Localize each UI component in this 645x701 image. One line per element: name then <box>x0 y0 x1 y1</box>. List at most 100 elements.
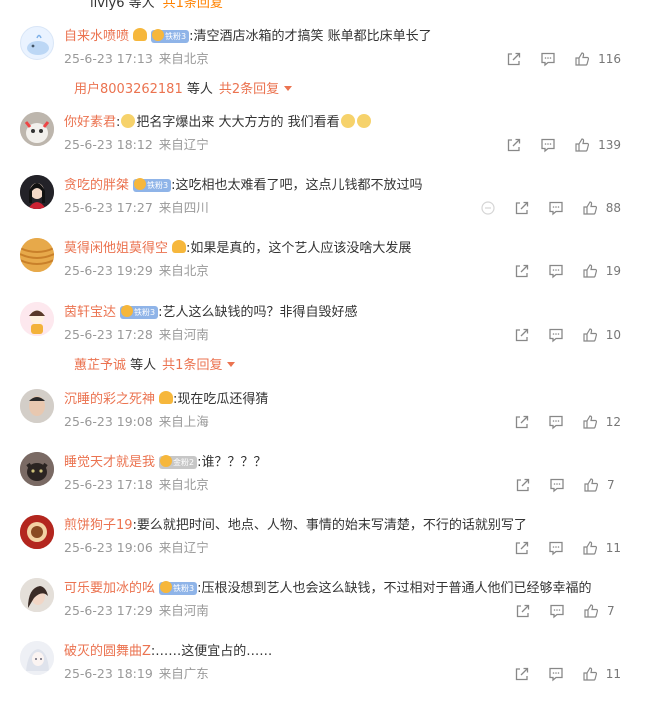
like-count: 7 <box>607 478 615 492</box>
username[interactable]: 贪吃的胖桀 <box>64 178 129 193</box>
like-button[interactable]: 7 <box>583 477 621 493</box>
comment-date: 25-6-23 19:06 <box>64 540 153 555</box>
share-button[interactable] <box>515 603 531 619</box>
username[interactable]: 自来水喷喷 <box>64 29 129 44</box>
reply-user[interactable]: 用户8003262181 <box>74 82 183 97</box>
thumbs-up-icon <box>583 667 597 681</box>
like-count: 10 <box>605 328 621 342</box>
thumbs-up-icon <box>575 138 590 152</box>
reply-button[interactable] <box>548 263 564 279</box>
reply-summary[interactable]: 用户8003262181 等人 共2条回复 <box>74 78 293 97</box>
share-button[interactable] <box>514 666 530 682</box>
reply-button[interactable] <box>540 137 556 153</box>
avatar[interactable] <box>20 452 54 486</box>
comment-location: 来自辽宁 <box>158 137 209 152</box>
username[interactable]: 莫得闲他姐莫得空 <box>64 241 168 256</box>
like-button[interactable]: 88 <box>582 200 621 216</box>
like-button[interactable]: 11 <box>582 666 621 682</box>
comment-text-prefix: : <box>116 115 121 130</box>
avatar[interactable] <box>20 175 54 209</box>
comment-location: 来自北京 <box>158 263 209 278</box>
avatar[interactable] <box>20 515 54 549</box>
username[interactable]: 沉睡的彩之死神 <box>64 392 155 407</box>
cat-avatar-icon <box>20 112 54 146</box>
reply-count[interactable]: 共2条回复 <box>219 82 279 97</box>
fan-badge: 金粉2 <box>159 455 198 469</box>
like-count: 11 <box>605 667 621 681</box>
comment-date: 25-6-23 17:18 <box>64 477 153 492</box>
avatar[interactable] <box>20 389 54 423</box>
like-count: 7 <box>607 604 615 618</box>
reply-button[interactable] <box>549 603 565 619</box>
share-button[interactable] <box>514 263 530 279</box>
share-button[interactable] <box>515 477 531 493</box>
previous-reply-count[interactable]: 共1条回复 <box>163 0 223 11</box>
share-button[interactable] <box>506 137 522 153</box>
cartoon-avatar-icon <box>20 302 54 336</box>
thumbs-up-icon <box>583 201 597 215</box>
comment-item: 煎饼狗子19:要么就把时间、地点、人物、事情的始末写清楚，不行的话就别写了 25… <box>0 515 645 575</box>
comment-date: 25-6-23 17:28 <box>64 327 153 342</box>
reply-button[interactable] <box>549 477 565 493</box>
share-button[interactable] <box>514 540 530 556</box>
username[interactable]: 你好素君 <box>64 115 116 130</box>
like-button[interactable]: 7 <box>583 603 621 619</box>
cat-avatar-icon <box>20 452 54 486</box>
avatar[interactable] <box>20 578 54 612</box>
username[interactable]: 睡觉天才就是我 <box>64 455 155 470</box>
comment-icon <box>550 478 564 493</box>
like-button[interactable]: 116 <box>574 51 621 67</box>
reply-suffix: 等人 <box>130 358 157 373</box>
comment-location: 来自河南 <box>158 327 209 342</box>
reply-button[interactable] <box>548 414 564 430</box>
reply-count[interactable]: 共1条回复 <box>162 358 222 373</box>
reply-button[interactable] <box>548 200 564 216</box>
reply-summary[interactable]: 蕙芷予诚 等人 共1条回复 <box>74 354 236 373</box>
username[interactable]: 茵轩宝达 <box>64 305 116 320</box>
reply-button[interactable] <box>540 51 556 67</box>
reply-button[interactable] <box>548 540 564 556</box>
like-button[interactable]: 11 <box>582 540 621 556</box>
avatar[interactable] <box>20 641 54 675</box>
avatar[interactable] <box>20 238 54 272</box>
comment-text: :清空酒店冰箱的才搞笑 账单都比床单长了 <box>189 29 432 44</box>
comment-date: 25-6-23 18:19 <box>64 666 153 681</box>
comment-item: 睡觉天才就是我 金粉2:谁？？？？ 25-6-23 17:18 来自北京 7 <box>0 452 645 512</box>
share-button[interactable] <box>514 200 530 216</box>
vip-crown-icon <box>159 391 174 404</box>
translate-button[interactable] <box>480 200 496 216</box>
avatar[interactable] <box>20 112 54 146</box>
reply-button[interactable] <box>548 327 564 343</box>
share-button[interactable] <box>506 51 522 67</box>
username[interactable]: 可乐要加冰的吆 <box>64 581 155 596</box>
translate-icon <box>481 201 495 215</box>
share-button[interactable] <box>514 414 530 430</box>
comment-text: :如果是真的，这个艺人应该没啥大发展 <box>186 241 412 256</box>
username[interactable]: 煎饼狗子19 <box>64 518 133 533</box>
like-button[interactable]: 12 <box>582 414 621 430</box>
previous-reply-summary[interactable]: liviy6 等人 共1条回复 <box>90 0 223 11</box>
thumbs-up-icon <box>575 52 590 66</box>
chevron-down-icon <box>227 362 236 367</box>
comment-date: 25-6-23 17:29 <box>64 603 153 618</box>
portrait-avatar-icon <box>20 578 54 612</box>
reply-user[interactable]: 蕙芷予诚 <box>74 358 126 373</box>
reply-button[interactable] <box>548 666 564 682</box>
emoji-icon <box>340 114 355 128</box>
comment-icon <box>549 415 563 430</box>
comment-icon <box>541 138 555 153</box>
like-button[interactable]: 10 <box>582 327 621 343</box>
share-icon <box>515 667 528 681</box>
avatar[interactable] <box>20 26 54 60</box>
comment-icon <box>549 541 563 556</box>
like-button[interactable]: 19 <box>582 263 621 279</box>
previous-reply-users: liviy6 等人 <box>90 0 155 11</box>
comment-date: 25-6-23 19:08 <box>64 414 153 429</box>
username[interactable]: 破灭的圆舞曲Z <box>64 644 151 659</box>
vip-crown-icon <box>172 240 187 253</box>
comment-icon <box>549 667 563 682</box>
comment-location: 来自北京 <box>158 477 209 492</box>
avatar[interactable] <box>20 302 54 336</box>
like-button[interactable]: 139 <box>574 137 621 153</box>
share-button[interactable] <box>514 327 530 343</box>
